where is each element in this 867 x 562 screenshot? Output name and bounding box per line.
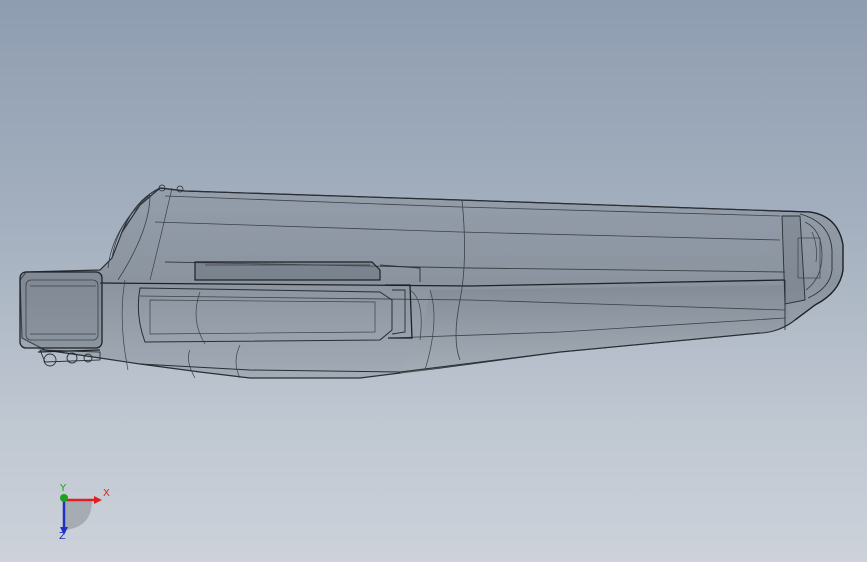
x-axis-arrow — [94, 496, 102, 504]
graphics-viewport[interactable]: X Y Z — [0, 0, 867, 562]
left-end-cap — [19, 271, 103, 349]
y-axis-dot — [60, 494, 68, 502]
triad-shadow — [64, 500, 92, 530]
x-axis-label: X — [103, 488, 110, 499]
z-axis-label: Z — [59, 531, 66, 542]
y-axis-label: Y — [60, 483, 67, 494]
model-wireframe[interactable] — [0, 0, 867, 562]
orientation-triad[interactable]: X Y Z — [40, 478, 120, 548]
